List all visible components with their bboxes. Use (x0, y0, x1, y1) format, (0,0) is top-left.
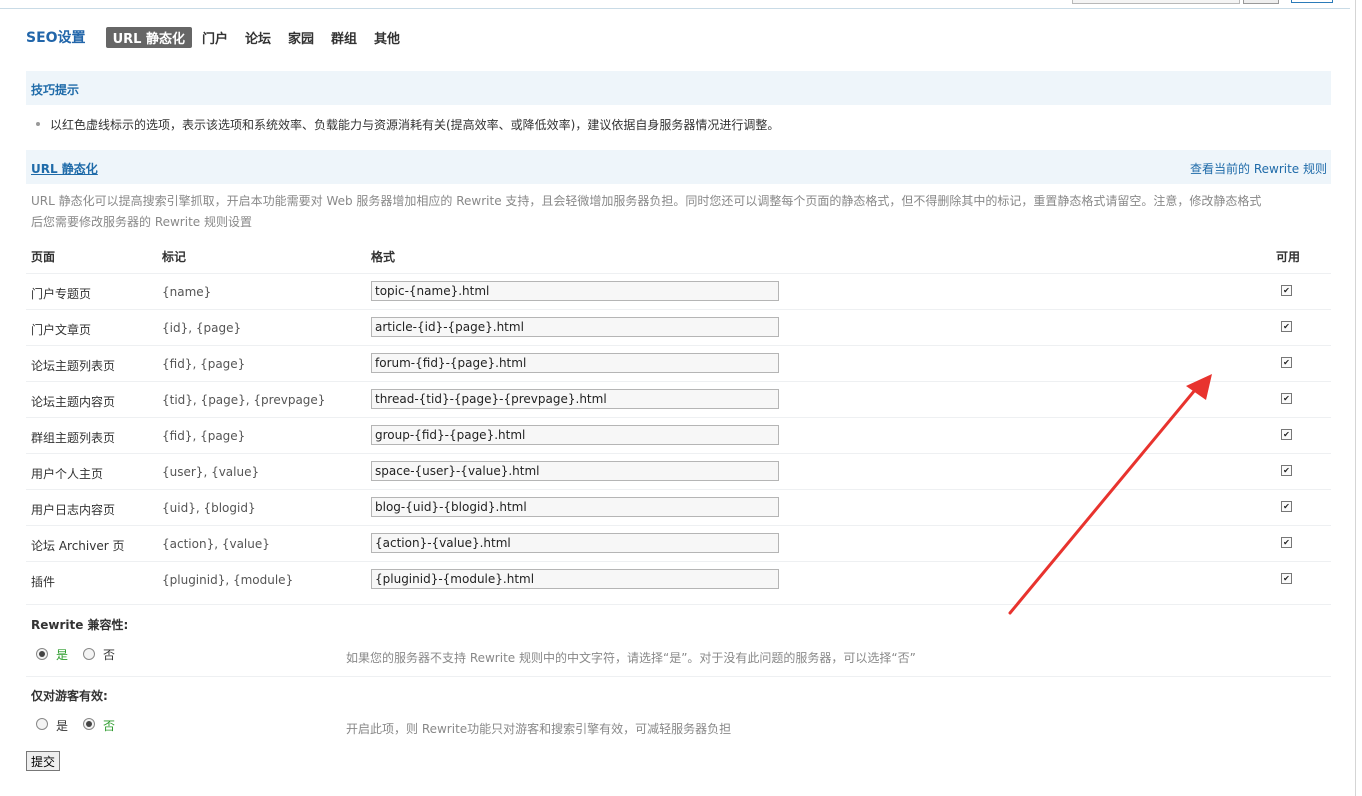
format-input[interactable]: {action}-{value}.html (371, 533, 779, 553)
row-mark: {tid}, {page}, {prevpage} (162, 393, 326, 407)
format-input[interactable]: forum-{fid}-{page}.html (371, 353, 779, 373)
top-action-button[interactable] (1291, 0, 1333, 3)
enabled-checkbox[interactable]: ✔ (1281, 321, 1292, 332)
enabled-checkbox[interactable]: ✔ (1281, 537, 1292, 548)
table-row: 用户日志内容页 {uid}, {blogid} blog-{uid}-{blog… (26, 489, 1331, 526)
tips-title: 技巧提示 (31, 83, 80, 97)
guest-only-title: 仅对游客有效: (31, 689, 108, 703)
section-bar: URL 静态化 查看当前的 Rewrite 规则 (26, 150, 1331, 184)
header-enabled: 可用 (1276, 250, 1301, 264)
enabled-checkbox[interactable]: ✔ (1281, 465, 1292, 476)
enabled-checkbox[interactable]: ✔ (1281, 393, 1292, 404)
header-mark: 标记 (162, 250, 187, 264)
enabled-checkbox[interactable]: ✔ (1281, 285, 1292, 296)
rewrite-compat-title: Rewrite 兼容性: (31, 618, 129, 632)
row-mark: {action}, {value} (162, 537, 270, 551)
submit-button[interactable]: 提交 (26, 751, 60, 771)
table-row: 论坛 Archiver 页 {action}, {value} {action}… (26, 525, 1331, 562)
row-page-name: 门户文章页 (31, 323, 92, 337)
row-page-name: 插件 (31, 575, 56, 589)
row-page-name: 门户专题页 (31, 287, 92, 301)
tips-bar: 技巧提示 (26, 71, 1331, 105)
table-row: 群组主题列表页 {fid}, {page} group-{fid}-{page}… (26, 417, 1331, 454)
guest-only-yes-radio[interactable] (36, 718, 48, 730)
rewrite-compat-yes-radio[interactable] (36, 648, 48, 660)
page-title: SEO设置 (26, 30, 86, 46)
table-row: 门户文章页 {id}, {page} article-{id}-{page}.h… (26, 309, 1331, 346)
tips-item: 以红色虚线标示的选项，表示该选项和系统效率、负载能力与资源消耗有关(提高效率、或… (36, 116, 779, 133)
table-row: 插件 {pluginid}, {module} {pluginid}-{modu… (26, 561, 1331, 598)
header-format: 格式 (371, 250, 396, 264)
row-page-name: 用户个人主页 (31, 467, 104, 481)
tab-home[interactable]: 家园 (288, 28, 314, 47)
row-mark: {pluginid}, {module} (162, 573, 294, 587)
guest-only-tip: 开启此项，则 Rewrite功能只对游客和搜索引擎有效，可减轻服务器负担 (346, 722, 732, 736)
scrollbar[interactable] (1355, 0, 1356, 796)
tab-group[interactable]: 群组 (331, 28, 357, 47)
row-mark: {name} (162, 285, 212, 299)
guest-only-yes-label[interactable]: 是 (56, 717, 68, 734)
option-divider (26, 676, 1331, 677)
tab-url-static[interactable]: URL 静态化 (105, 26, 192, 48)
format-input[interactable]: article-{id}-{page}.html (371, 317, 779, 337)
row-page-name: 论坛 Archiver 页 (31, 539, 125, 553)
format-input[interactable]: {pluginid}-{module}.html (371, 569, 779, 589)
row-mark: {fid}, {page} (162, 357, 246, 371)
tab-other[interactable]: 其他 (374, 28, 400, 47)
row-mark: {uid}, {blogid} (162, 501, 256, 515)
enabled-checkbox[interactable]: ✔ (1281, 501, 1292, 512)
enabled-checkbox[interactable]: ✔ (1281, 357, 1292, 368)
row-page-name: 论坛主题列表页 (31, 359, 116, 373)
table-row: 门户专题页 {name} topic-{name}.html ✔ (26, 273, 1331, 310)
header-page: 页面 (31, 250, 56, 264)
section-description: URL 静态化可以提高搜索引擎抓取，开启本功能需要对 Web 服务器增加相应的 … (31, 194, 1262, 229)
section-title: URL 静态化 (31, 162, 98, 176)
format-input[interactable]: topic-{name}.html (371, 281, 779, 301)
row-page-name: 论坛主题内容页 (31, 395, 116, 409)
tab-forum[interactable]: 论坛 (245, 28, 271, 47)
guest-only-no-label[interactable]: 否 (103, 717, 115, 734)
format-input[interactable]: group-{fid}-{page}.html (371, 425, 779, 445)
rewrite-compat-no-radio[interactable] (83, 648, 95, 660)
row-mark: {id}, {page} (162, 321, 242, 335)
top-search-button[interactable] (1243, 0, 1279, 4)
row-mark: {user}, {value} (162, 465, 260, 479)
row-mark: {fid}, {page} (162, 429, 246, 443)
format-input[interactable]: space-{user}-{value}.html (371, 461, 779, 481)
table-row: 用户个人主页 {user}, {value} space-{user}-{val… (26, 453, 1331, 490)
rewrite-compat-tip: 如果您的服务器不支持 Rewrite 规则中的中文字符，请选择“是”。对于没有此… (346, 651, 916, 665)
rewrite-compat-yes-label[interactable]: 是 (56, 646, 68, 663)
table-row: 论坛主题列表页 {fid}, {page} forum-{fid}-{page}… (26, 345, 1331, 382)
view-rewrite-rules-link[interactable]: 查看当前的 Rewrite 规则 (1190, 160, 1327, 177)
row-page-name: 群组主题列表页 (31, 431, 116, 445)
tab-portal[interactable]: 门户 (202, 28, 228, 47)
tips-text: 以红色虚线标示的选项，表示该选项和系统效率、负载能力与资源消耗有关(提高效率、或… (50, 118, 780, 132)
seo-nav: SEO设置 URL 静态化 门户 论坛 家园 群组 其他 (26, 26, 417, 48)
guest-only-no-radio[interactable] (83, 718, 95, 730)
table-end-divider (26, 604, 1331, 605)
enabled-checkbox[interactable]: ✔ (1281, 429, 1292, 440)
table-row: 论坛主题内容页 {tid}, {page}, {prevpage} thread… (26, 381, 1331, 418)
enabled-checkbox[interactable]: ✔ (1281, 573, 1292, 584)
top-divider (0, 8, 1350, 9)
row-page-name: 用户日志内容页 (31, 503, 116, 517)
bullet-icon (36, 121, 40, 126)
rewrite-compat-no-label[interactable]: 否 (103, 646, 115, 663)
format-input[interactable]: blog-{uid}-{blogid}.html (371, 497, 779, 517)
top-search-input[interactable] (1072, 0, 1240, 4)
format-input[interactable]: thread-{tid}-{page}-{prevpage}.html (371, 389, 779, 409)
